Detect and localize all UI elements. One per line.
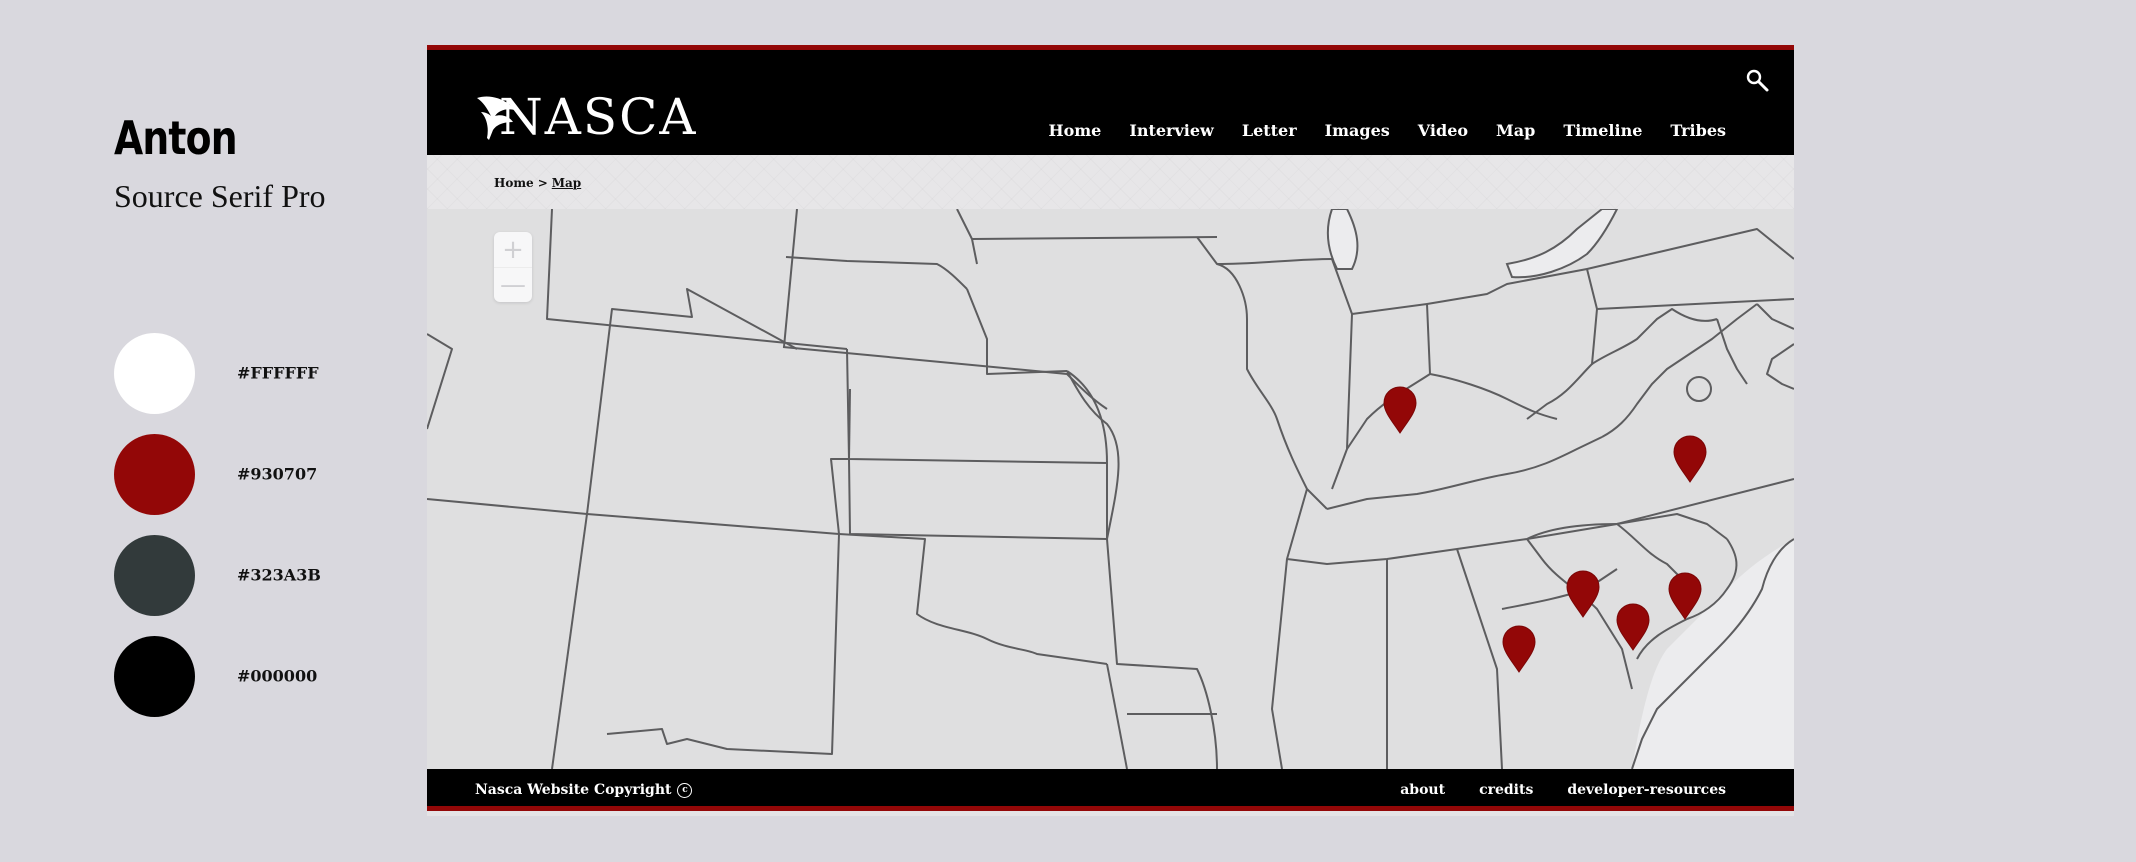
nav-map[interactable]: Map	[1496, 121, 1535, 140]
font-sample-anton: Anton	[114, 111, 238, 165]
breadcrumb-current[interactable]: Map	[552, 176, 581, 190]
swatch-label: #FFFFFF	[237, 363, 319, 383]
state-map	[427, 209, 1794, 769]
website-mockup: NASCA Home Interview Letter Images Video…	[427, 45, 1794, 816]
swatch-label: #930707	[237, 464, 318, 484]
logo-text: NASCA	[499, 88, 698, 146]
nav-home[interactable]: Home	[1048, 121, 1101, 140]
color-swatch-black	[114, 636, 195, 717]
search-icon[interactable]	[1745, 68, 1771, 94]
footer-link-developer-resources[interactable]: developer-resources	[1567, 782, 1726, 798]
swatch-label: #323A3B	[237, 565, 321, 585]
swatch-row: #323A3B	[114, 535, 414, 636]
site-logo[interactable]: NASCA	[475, 90, 697, 142]
color-swatches: #FFFFFF #930707 #323A3B #000000	[114, 333, 414, 737]
swatch-row: #000000	[114, 636, 414, 737]
zoom-in-button[interactable]: +	[494, 232, 532, 267]
footer-links: about credits developer-resources	[1366, 782, 1726, 798]
swatch-row: #930707	[114, 434, 414, 535]
footer-link-credits[interactable]: credits	[1479, 782, 1533, 798]
site-footer: Nasca Website Copyright c about credits …	[427, 769, 1794, 811]
nav-interview[interactable]: Interview	[1129, 121, 1213, 140]
footer-link-about[interactable]: about	[1400, 782, 1445, 798]
breadcrumb-separator: >	[537, 176, 548, 190]
color-swatch-white	[114, 333, 195, 414]
copyright-text: Nasca Website Copyright	[475, 782, 672, 798]
site-header: NASCA Home Interview Letter Images Video…	[427, 50, 1794, 155]
nav-video[interactable]: Video	[1418, 121, 1468, 140]
copyright-icon: c	[677, 782, 693, 798]
zoom-control: + —	[494, 232, 532, 302]
color-swatch-slate	[114, 535, 195, 616]
zoom-out-button[interactable]: —	[494, 267, 532, 302]
color-swatch-red	[114, 434, 195, 515]
style-guide: Anton Source Serif Pro	[114, 110, 414, 216]
nav-images[interactable]: Images	[1325, 121, 1390, 140]
copyright: Nasca Website Copyright c	[475, 782, 693, 798]
footer-accent-bar	[427, 806, 1794, 811]
swatch-row: #FFFFFF	[114, 333, 414, 434]
nav-letter[interactable]: Letter	[1242, 121, 1297, 140]
swatch-label: #000000	[237, 666, 318, 686]
nav-timeline[interactable]: Timeline	[1563, 121, 1642, 140]
main-nav: Home Interview Letter Images Video Map T…	[1020, 121, 1726, 140]
font-sample-source-serif: Source Serif Pro	[114, 178, 326, 214]
breadcrumb: Home > Map	[494, 176, 581, 190]
map-view[interactable]: + —	[427, 209, 1794, 769]
breadcrumb-home[interactable]: Home	[494, 176, 534, 190]
nav-tribes[interactable]: Tribes	[1670, 121, 1726, 140]
breadcrumb-bar: Home > Map	[427, 155, 1794, 209]
